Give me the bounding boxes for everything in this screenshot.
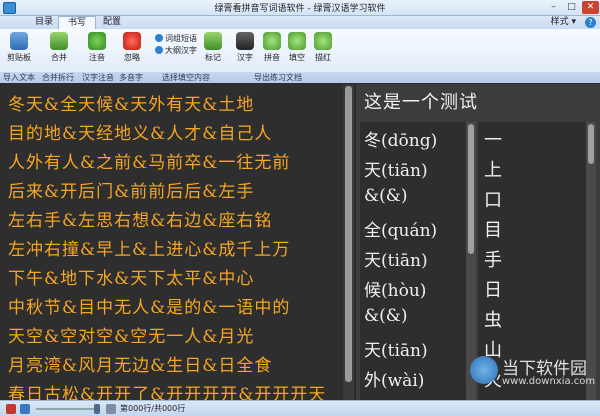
merge-label: 合并 — [51, 53, 67, 62]
pinyin-icon — [263, 32, 281, 50]
pinyin-scroll-thumb[interactable] — [468, 124, 474, 254]
preview-title: 这是一个测试 — [364, 92, 478, 113]
pinyin-line: 冬(dōng) — [364, 131, 438, 151]
pinyin-line: 全(quán) — [364, 221, 438, 241]
pinyin-line: &(&) — [364, 306, 408, 326]
text-line: 后来&开后门&前前后后&左手 — [8, 182, 255, 202]
pinyin-line: 天(tiān) — [364, 341, 428, 361]
title-bar: 绿膏看拼音写词语软件 - 绿膏汉语学习软件 – □ ✕ — [0, 0, 600, 16]
source-scrollbar[interactable] — [343, 84, 354, 400]
volume-slider-knob[interactable] — [94, 404, 100, 414]
pinyin-line: 天(tiān) — [364, 161, 428, 181]
pinyin-line: &(&) — [364, 186, 408, 206]
group-polyphone: 多音字 — [119, 73, 143, 82]
source-text-area[interactable]: 冬天&全天候&天外有天&土地 目的地&天经地义&人才&自己人 人外有人&之前&马… — [0, 84, 343, 400]
text-line: 中秋节&目中无人&是的&一语中的 — [8, 298, 291, 318]
text-line: 目的地&天经地义&人才&自己人 — [8, 124, 273, 144]
character-line: 目 — [484, 220, 502, 241]
group-export: 导出练习文档 — [254, 73, 302, 82]
text-line: 下午&地下水&天下太平&中心 — [8, 269, 255, 289]
line-count: 第000行/共000行 — [120, 404, 186, 413]
text-line: 天空&空对空&空无一人&月光 — [8, 327, 255, 347]
mark-label: 标记 — [205, 53, 221, 62]
check-words[interactable]: 词组短语 — [155, 33, 197, 44]
record-icon[interactable] — [6, 404, 16, 414]
merge-button[interactable]: 合并 — [44, 32, 74, 70]
skip-button[interactable]: 忽略 — [117, 32, 147, 70]
skip-icon — [123, 32, 141, 50]
trace-button[interactable]: 描红 — [308, 32, 338, 70]
paste-label: 剪贴板 — [7, 53, 31, 62]
style-menu[interactable]: 样式 ▾ — [551, 16, 576, 29]
character-line: 手 — [484, 250, 502, 271]
tab-config[interactable]: 配置 — [94, 16, 130, 29]
group-fill-select: 选择填空内容 — [162, 73, 210, 82]
text-line: 左右手&左思右想&右边&座右铭 — [8, 211, 273, 231]
close-button[interactable]: ✕ — [582, 1, 599, 14]
skip-label: 忽略 — [124, 53, 140, 62]
hand-icon — [236, 32, 254, 50]
status-bar: 第000行/共000行 — [0, 400, 600, 416]
character-scroll-thumb[interactable] — [588, 124, 594, 164]
note-button[interactable]: 注音 — [82, 32, 112, 70]
ribbon: 剪贴板 合并 注音 忽略 词组短语 大纲汉字 标记 汉字 拼音 填空 描红 导入… — [0, 29, 600, 83]
ribbon-tabs: 目录 书写 配置 样式 ▾ ? — [0, 16, 600, 29]
text-line: 人外有人&之前&马前卒&一往无前 — [8, 153, 291, 173]
hanzi-button[interactable]: 汉字 — [230, 32, 260, 70]
watermark-url: www.downxia.com — [502, 376, 596, 387]
watermark-logo-icon — [470, 356, 498, 384]
window-title: 绿膏看拼音写词语软件 - 绿膏汉语学习软件 — [214, 4, 386, 14]
character-line: 虫 — [484, 310, 502, 331]
clipboard-icon — [10, 32, 28, 50]
tab-catalog[interactable]: 目录 — [26, 16, 62, 29]
trace-label: 描红 — [315, 53, 331, 62]
note-label: 注音 — [89, 53, 105, 62]
group-import: 导入文本 — [3, 73, 35, 82]
check-big-label: 大纲汉字 — [165, 46, 197, 55]
character-line: 一 — [484, 130, 502, 151]
hanzi-label: 汉字 — [237, 53, 253, 62]
page-icon — [106, 404, 116, 414]
pause-icon — [314, 32, 332, 50]
watermark: 当下软件园 www.downxia.com — [470, 354, 598, 394]
pinyin-line: 天(tiān) — [364, 251, 428, 271]
check-big[interactable]: 大纲汉字 — [155, 45, 197, 56]
fill-icon — [288, 32, 306, 50]
merge-icon — [50, 32, 68, 50]
help-icon[interactable]: ? — [585, 17, 596, 28]
text-line: 春日古松&开开了&开开开开&开开开天 — [8, 385, 327, 400]
check-words-icon — [155, 34, 163, 42]
check-words-label: 词组短语 — [165, 34, 197, 43]
volume-icon[interactable] — [20, 404, 30, 414]
paste-button[interactable]: 剪贴板 — [4, 32, 34, 70]
volume-slider[interactable] — [36, 408, 100, 410]
mark-button[interactable]: 标记 — [198, 32, 228, 70]
tab-writing[interactable]: 书写 — [58, 16, 97, 29]
pinyin-line: 外(wài) — [364, 371, 425, 391]
preview-panel: 这是一个测试 冬(dōng) 天(tiān) &(&) 全(quán) 天(ti… — [356, 84, 600, 400]
group-merge: 合并拆行 — [42, 73, 74, 82]
text-line: 左冲右撞&早上&上进心&成千上万 — [8, 240, 291, 260]
character-line: 日 — [484, 280, 502, 301]
mark-icon — [204, 32, 222, 50]
group-note: 汉字注音 — [82, 73, 114, 82]
text-line: 月亮湾&风月无边&生日&日全食 — [8, 356, 273, 376]
note-icon — [88, 32, 106, 50]
character-line: 口 — [484, 190, 502, 211]
maximize-button[interactable]: □ — [563, 1, 580, 14]
character-line: 上 — [484, 160, 502, 181]
minimize-button[interactable]: – — [545, 1, 562, 14]
pinyin-list[interactable]: 冬(dōng) 天(tiān) &(&) 全(quán) 天(tiān) 候(h… — [360, 122, 466, 400]
source-scroll-thumb[interactable] — [345, 86, 352, 382]
check-big-icon — [155, 46, 163, 54]
ribbon-group-labels: 导入文本 合并拆行 汉字注音 多音字 选择填空内容 导出练习文档 — [0, 72, 600, 83]
pinyin-line: 候(hòu) — [364, 281, 427, 301]
text-line: 冬天&全天候&天外有天&土地 — [8, 95, 255, 115]
